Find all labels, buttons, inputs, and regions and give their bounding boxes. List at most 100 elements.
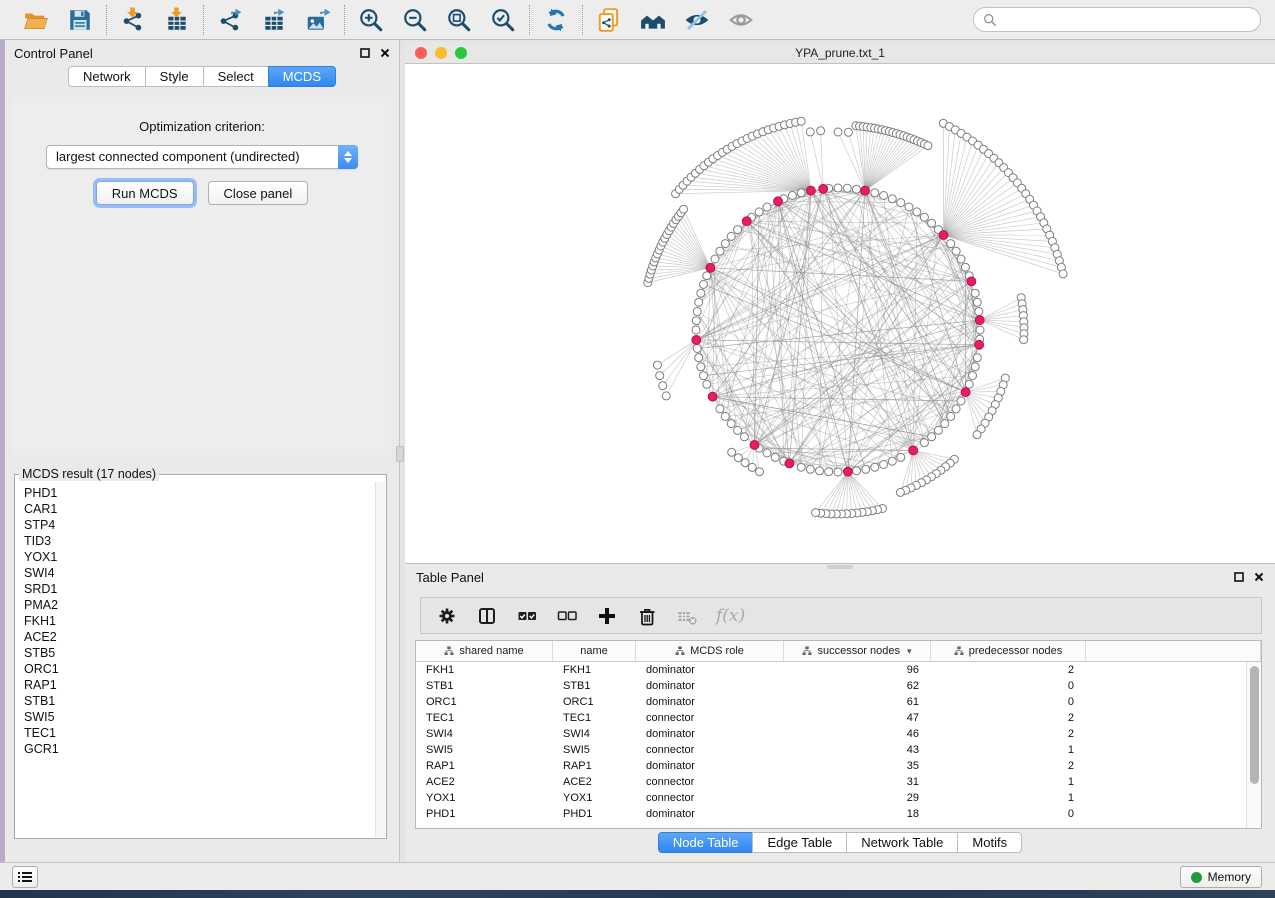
table-scrollbar[interactable] [1246,662,1261,828]
tab-mcds[interactable]: MCDS [268,66,336,87]
network-node[interactable] [700,280,708,288]
network-node[interactable] [897,199,905,207]
network-node[interactable] [797,117,805,125]
network-node[interactable] [806,128,814,136]
column-header-MCDS-role[interactable]: MCDS role [636,641,784,661]
mcds-result-item[interactable]: STB1 [24,693,375,709]
tab-motifs[interactable]: Motifs [957,832,1022,853]
mcds-result-item[interactable]: STB5 [24,645,375,661]
mcds-result-item[interactable]: SWI4 [24,565,375,581]
network-node[interactable] [961,263,969,271]
network-node[interactable] [862,465,870,473]
network-node[interactable] [734,226,742,234]
network-node[interactable] [920,213,928,221]
first-neighbors-icon[interactable] [639,6,667,34]
network-node[interactable] [734,426,742,434]
create-column-icon[interactable] [596,605,618,627]
export-image-icon[interactable] [304,6,332,34]
mcds-hub-node[interactable] [706,263,715,272]
mcds-result-item[interactable]: TEC1 [24,725,375,741]
network-node[interactable] [947,240,955,248]
open-file-icon[interactable] [22,6,50,34]
tab-select[interactable]: Select [203,66,269,87]
mcds-list-scrollbar[interactable] [375,482,385,837]
network-node[interactable] [913,208,921,216]
network-node[interactable] [941,420,949,428]
network-node[interactable] [924,142,932,150]
network-node[interactable] [947,412,955,420]
network-node[interactable] [697,289,705,297]
search-input[interactable] [1003,13,1251,27]
column-header-name[interactable]: name [553,641,636,661]
network-node[interactable] [734,454,742,462]
mcds-hub-node[interactable] [967,277,976,286]
network-node[interactable] [957,397,965,405]
network-node[interactable] [656,372,664,380]
table-row[interactable]: FKH1FKH1dominator962 [416,662,1246,678]
mcds-hub-node[interactable] [807,186,816,195]
network-node[interactable] [844,128,852,136]
table-row[interactable]: ORC1ORC1dominator610 [416,694,1246,710]
network-node[interactable] [711,255,719,263]
network-node[interactable] [755,208,763,216]
network-node[interactable] [727,232,735,240]
duplicate-network-icon[interactable] [595,6,623,34]
import-table-icon[interactable] [163,6,191,34]
network-node[interactable] [976,326,984,334]
mcds-hub-node[interactable] [692,336,701,345]
mcds-hub-node[interactable] [750,441,759,450]
mcds-hub-node[interactable] [774,197,783,206]
mcds-result-list[interactable]: PHD1CAR1STP4TID3YOX1SWI4SRD1PMA2FKH1ACE2… [16,483,375,837]
network-node[interactable] [871,189,879,197]
network-node[interactable] [692,317,700,325]
mcds-result-item[interactable]: RAP1 [24,677,375,693]
zoom-out-icon[interactable] [401,6,429,34]
network-node[interactable] [896,488,904,496]
search-box[interactable] [973,7,1261,32]
mcds-hub-node[interactable] [819,184,828,193]
table-row[interactable]: STB1STB1dominator620 [416,678,1246,694]
network-node[interactable] [693,308,701,316]
float-panel-icon[interactable] [359,48,370,59]
run-mcds-button[interactable]: Run MCDS [96,181,194,205]
table-panel-grip[interactable] [827,565,853,569]
network-node[interactable] [721,412,729,420]
network-node[interactable] [695,298,703,306]
network-node[interactable] [700,372,708,380]
column-header-shared-name[interactable]: shared name [416,641,553,661]
network-node[interactable] [973,431,981,439]
network-window-titlebar[interactable]: YPA_prune.txt_1 [405,42,1275,64]
mcds-result-item[interactable]: CAR1 [24,501,375,517]
network-node[interactable] [871,463,879,471]
mcds-hub-node[interactable] [975,316,984,325]
refresh-view-icon[interactable] [542,6,570,34]
table-row[interactable]: PHD1PHD1dominator180 [416,806,1246,822]
column-header-predecessor-nodes[interactable]: predecessor nodes [931,641,1086,661]
network-node[interactable] [741,459,749,467]
export-network-icon[interactable] [216,6,244,34]
network-node[interactable] [880,461,888,469]
network-node[interactable] [1059,270,1067,278]
table-row[interactable]: TEC1TEC1connector472 [416,710,1246,726]
network-node[interactable] [812,509,820,517]
table-row[interactable]: SWI4SWI4dominator462 [416,726,1246,742]
deselect-all-rows-icon[interactable] [556,605,578,627]
network-node[interactable] [888,195,896,203]
mcds-result-item[interactable]: GCR1 [24,741,375,757]
column-header-successor-nodes[interactable]: successor nodes▾ [784,641,931,661]
mcds-result-item[interactable]: ACE2 [24,629,375,645]
table-row[interactable]: YOX1YOX1connector291 [416,790,1246,806]
network-node[interactable] [897,453,905,461]
task-history-button[interactable] [12,866,38,888]
panel-splitter-handle[interactable] [396,446,404,462]
mcds-result-item[interactable]: ORC1 [24,661,375,677]
network-node[interactable] [920,439,928,447]
mcds-hub-node[interactable] [844,467,853,476]
delete-columns-icon[interactable] [636,605,658,627]
network-node[interactable] [680,205,688,213]
close-panel-icon[interactable] [379,48,390,59]
network-node[interactable] [703,380,711,388]
network-node[interactable] [834,184,842,192]
network-node[interactable] [905,203,913,211]
network-node[interactable] [728,448,736,456]
